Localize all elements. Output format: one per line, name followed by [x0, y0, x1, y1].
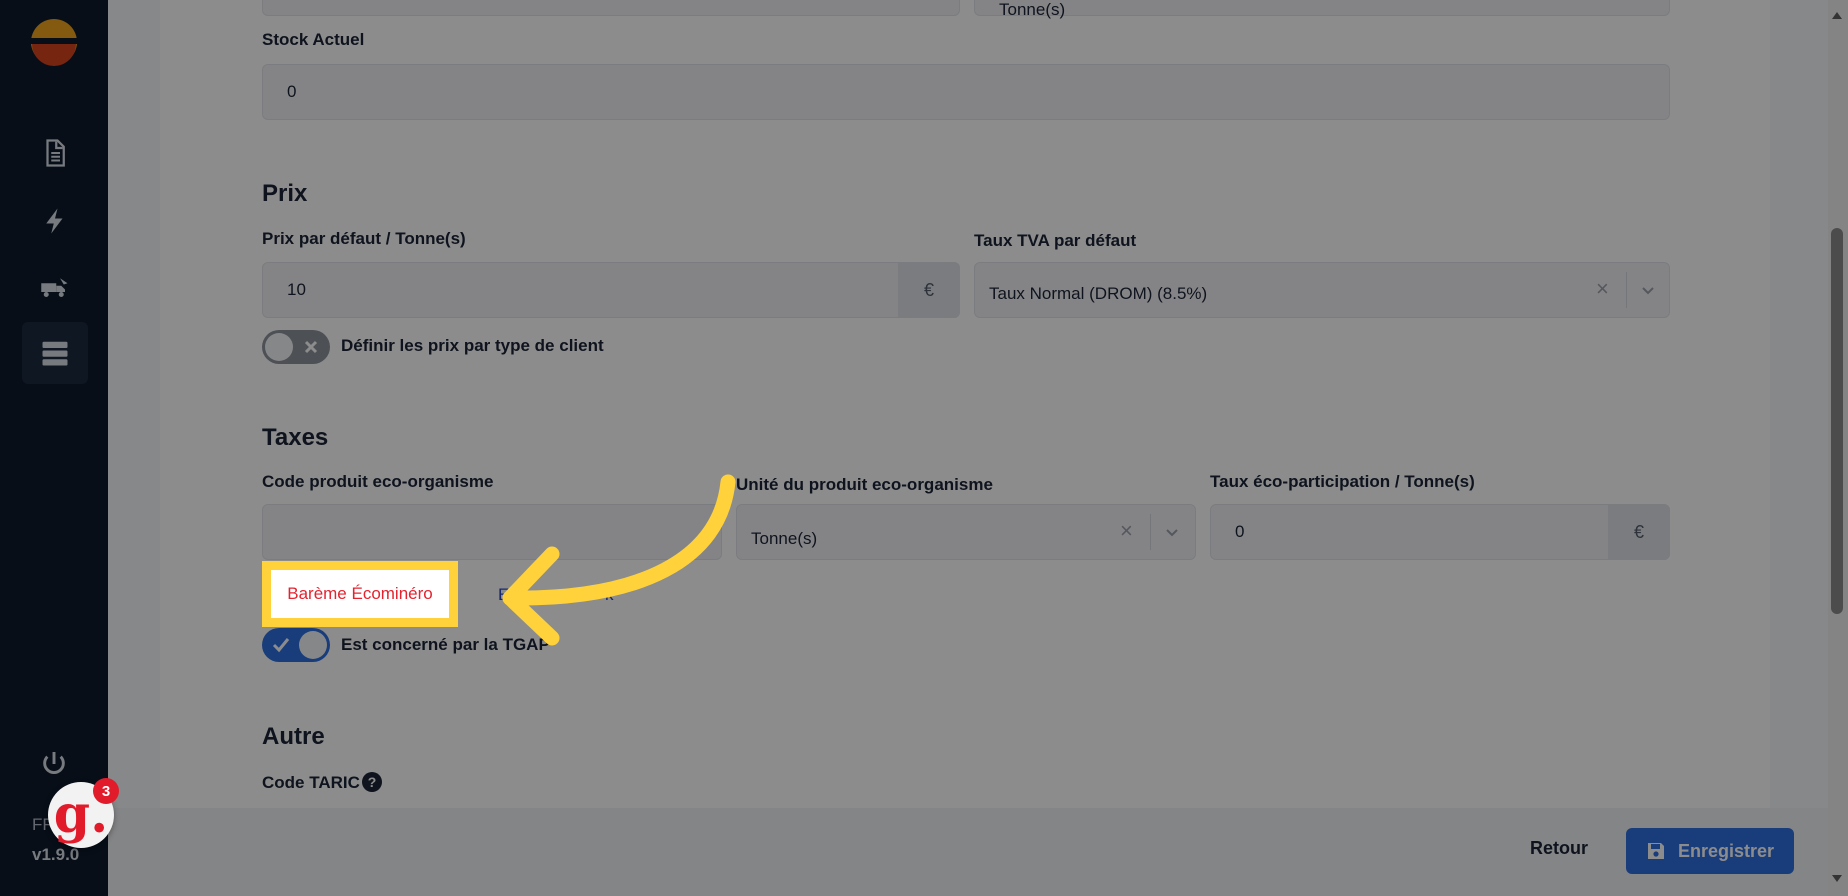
- stock-input[interactable]: 0: [262, 64, 1670, 120]
- save-button[interactable]: Enregistrer: [1626, 828, 1794, 874]
- eco-unit-label: Unité du produit eco-organisme: [736, 475, 993, 494]
- price-by-client-toggle[interactable]: [262, 330, 330, 364]
- stock-label: Stock Actuel: [262, 30, 365, 49]
- eco-unit-chevron-down-icon[interactable]: [1164, 524, 1180, 540]
- list-icon: [42, 341, 68, 366]
- vat-chevron-down-icon[interactable]: [1640, 282, 1656, 298]
- eco-rate-input[interactable]: 0: [1210, 504, 1670, 560]
- check-icon: [272, 638, 290, 653]
- taric-label: Code TARIC: [262, 773, 360, 792]
- price-by-client-label: Définir les prix par type de client: [341, 336, 604, 355]
- scrollbar-thumb[interactable]: [1831, 228, 1843, 614]
- eco-unit-clear-icon[interactable]: ×: [1120, 518, 1133, 544]
- section-taxes-title: Taxes: [262, 424, 329, 451]
- product-form-card: [160, 0, 1770, 808]
- default-price-input[interactable]: 10: [262, 262, 960, 318]
- price-currency-addon: €: [898, 262, 960, 318]
- nav-actions[interactable]: [22, 190, 88, 252]
- vat-label: Taux TVA par défaut: [974, 231, 1137, 250]
- eco-unit-select-separator: [1150, 514, 1151, 550]
- back-button[interactable]: Retour: [1530, 838, 1588, 859]
- eco-rate-currency-addon: €: [1608, 504, 1670, 560]
- power-icon[interactable]: [38, 748, 70, 780]
- eco-rate-value: 0: [1235, 522, 1245, 541]
- eco-code-input[interactable]: [262, 504, 722, 560]
- nav-vehicles[interactable]: [22, 256, 88, 318]
- help-icon[interactable]: ?: [362, 772, 382, 792]
- save-button-label: Enregistrer: [1677, 840, 1775, 861]
- vat-select[interactable]: Taux Normal (DROM) (8.5%): [974, 262, 1670, 318]
- version-label: v1.9.0: [32, 845, 80, 864]
- bareme-ecominero-link[interactable]: Barème Écominéro: [287, 584, 433, 604]
- default-price-value: 10: [287, 280, 306, 299]
- nav-documents[interactable]: [22, 122, 88, 184]
- toggle-knob: [299, 631, 327, 659]
- close-icon: [304, 340, 318, 354]
- partial-input-top[interactable]: [262, 0, 960, 16]
- truck-icon: [41, 278, 68, 297]
- bareme-ecominero-link-highlight[interactable]: Barème Écominéro: [262, 561, 458, 627]
- eco-link-partial-b[interactable]: k: [605, 585, 614, 605]
- scroll-up-icon[interactable]: [1831, 10, 1843, 20]
- vat-value: Taux Normal (DROM) (8.5%): [989, 284, 1208, 303]
- section-prix-title: Prix: [262, 180, 308, 207]
- floppy-disk-icon: [1647, 843, 1664, 859]
- eco-unit-value: Tonne(s): [751, 529, 818, 548]
- lightning-icon: [46, 208, 63, 234]
- eco-link-partial-a[interactable]: E: [498, 585, 509, 605]
- default-price-label: Prix par défaut / Tonne(s): [262, 229, 466, 248]
- eco-rate-label: Taux éco-participation / Tonne(s): [1210, 472, 1475, 491]
- toggle-knob: [265, 333, 293, 361]
- vat-clear-icon[interactable]: ×: [1596, 276, 1609, 302]
- vat-select-separator: [1626, 272, 1627, 308]
- eco-code-label: Code produit eco-organisme: [262, 472, 494, 491]
- section-autre-title: Autre: [262, 723, 325, 750]
- stock-value: 0: [287, 82, 297, 101]
- scroll-down-icon[interactable]: [1831, 874, 1843, 884]
- partial-unit-select[interactable]: Tonne(s): [974, 0, 1670, 19]
- sidebar: FR v1.9.0: [0, 0, 108, 896]
- nav-products[interactable]: [22, 322, 88, 384]
- partial-unit-value: Tonne(s): [999, 0, 1066, 19]
- tgap-toggle[interactable]: [262, 628, 330, 662]
- app-logo[interactable]: [30, 18, 78, 66]
- tgap-label: Est concerné par la TGAP: [341, 635, 550, 654]
- document-icon: [46, 139, 65, 167]
- notification-count-badge: 3: [93, 778, 119, 804]
